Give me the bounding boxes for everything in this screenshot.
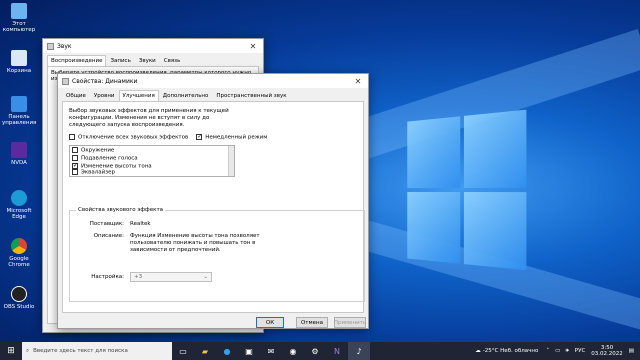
tab-communications[interactable]: Связь <box>160 55 185 66</box>
apply-button[interactable]: Применить <box>334 317 366 328</box>
effect-properties-group: Свойства звукового эффекта Поставщик: Re… <box>69 207 365 302</box>
effect-item-equalizer[interactable]: Эквалайзер <box>72 168 115 177</box>
description-label: Описание: <box>93 233 124 239</box>
nvda-taskbar-icon[interactable]: N <box>326 342 348 360</box>
obs-taskbar-icon[interactable]: ◉ <box>282 342 304 360</box>
store-icon[interactable]: ▣ <box>238 342 260 360</box>
tab-sounds[interactable]: Звуки <box>135 55 160 66</box>
properties-titlebar: Свойства: Динамики ✕ <box>58 74 368 88</box>
sound-tabs: Воспроизведение Запись Звуки Связь <box>43 53 263 66</box>
immediate-mode-checkbox[interactable]: Немедленный режим <box>196 133 267 141</box>
desktop-icon-this-pc[interactable]: Этот компьютер <box>2 3 36 33</box>
weather-icon: ☁ <box>475 348 481 354</box>
mail-icon[interactable]: ✉ <box>260 342 282 360</box>
recycle-bin-icon <box>11 50 27 66</box>
chrome-icon <box>11 238 27 254</box>
tab-spatial-sound[interactable]: Пространственный звук <box>212 90 290 101</box>
provider-row: Поставщик: Realtek <box>76 221 358 227</box>
provider-value: Realtek <box>130 221 151 227</box>
desktop-icon-control-panel[interactable]: Панель управления <box>2 96 36 126</box>
weather-text[interactable]: -25°C Неб. облачно <box>483 348 539 354</box>
desktop-icon-nvda[interactable]: NVDA <box>2 142 36 166</box>
windows-logo <box>407 109 528 272</box>
speaker-icon <box>47 42 54 50</box>
provider-label: Поставщик: <box>89 221 124 227</box>
tab-playback[interactable]: Воспроизведение <box>47 55 107 66</box>
desktop-icon-obs[interactable]: OBS Studio <box>2 286 36 310</box>
tab-advanced[interactable]: Дополнительно <box>159 90 213 101</box>
ok-button[interactable]: ОК <box>256 317 284 328</box>
search-box[interactable]: ⌕ Введите здесь текст для поиска <box>22 342 172 360</box>
search-icon: ⌕ <box>26 347 30 354</box>
edge-taskbar-icon[interactable]: ● <box>216 342 238 360</box>
speaker-icon <box>62 77 69 85</box>
desktop-icon-recycle-bin[interactable]: Корзина <box>2 50 36 74</box>
chevron-down-icon: ⌄ <box>203 274 208 280</box>
settings-icon[interactable]: ⚙ <box>304 342 326 360</box>
close-icon[interactable]: ✕ <box>243 42 263 51</box>
volume-icon[interactable]: 🕪 <box>565 348 568 355</box>
tab-general[interactable]: Общие <box>62 90 90 101</box>
effect-item-voice-cancellation[interactable]: Подавление голоса <box>72 154 232 163</box>
setting-label: Настройка: <box>91 274 124 280</box>
obs-icon <box>11 286 27 302</box>
task-view-icon[interactable]: ▭ <box>172 342 194 360</box>
taskbar: ⊞ ⌕ Введите здесь текст для поиска ▭ ▰ ●… <box>0 342 640 360</box>
control-panel-icon <box>11 96 27 112</box>
list-scrollbar[interactable] <box>228 145 234 176</box>
network-icon[interactable]: ▭ <box>555 348 560 354</box>
edge-icon <box>11 190 27 206</box>
desktop-icon-edge[interactable]: Microsoft Edge <box>2 190 36 220</box>
properties-tabs: Общие Уровни Улучшения Дополнительно Про… <box>58 88 368 101</box>
group-title: Свойства звукового эффекта <box>76 207 166 213</box>
notifications-icon[interactable]: ▤ <box>629 348 634 354</box>
setting-dropdown[interactable]: +3 ⌄ <box>130 272 212 282</box>
sound-taskbar-icon[interactable]: ♪ <box>348 342 370 360</box>
clock[interactable]: 3:50 03.02.2022 <box>591 345 623 357</box>
tab-levels[interactable]: Уровни <box>90 90 119 101</box>
tray-arrow-icon[interactable]: ˄ <box>546 348 549 354</box>
enhancements-panel: Выбор звуковых эффектов для применения к… <box>62 101 365 313</box>
cancel-button[interactable]: Отмена <box>296 317 328 328</box>
start-button[interactable]: ⊞ <box>0 346 22 356</box>
tab-enhancements[interactable]: Улучшения <box>118 90 159 101</box>
tab-recording[interactable]: Запись <box>106 55 134 66</box>
nvda-icon <box>11 142 27 158</box>
desktop-icon-chrome[interactable]: Google Chrome <box>2 238 36 268</box>
speaker-properties-window: Свойства: Динамики ✕ Общие Уровни Улучше… <box>57 73 369 329</box>
enhancements-description: Выбор звуковых эффектов для применения к… <box>69 108 229 128</box>
system-tray: ☁ -25°C Неб. облачно ˄ ▭ 🕪 РУС 3:50 03.0… <box>475 345 640 357</box>
disable-all-effects-checkbox[interactable]: Отключение всех звуковых эффектов <box>69 134 188 141</box>
effect-item-surround[interactable]: Окружение <box>72 146 232 155</box>
setting-row: Настройка: +3 ⌄ <box>76 272 358 282</box>
language-indicator[interactable]: РУС <box>575 348 586 354</box>
description-value: Функция Изменение высоты тона позволяет … <box>130 233 260 253</box>
effects-list: Окружение Подавление голоса Изменение вы… <box>69 144 235 177</box>
sound-titlebar: Звук ✕ <box>43 39 263 53</box>
options-row: Отключение всех звуковых эффектов Немедл… <box>69 133 357 141</box>
file-explorer-icon[interactable]: ▰ <box>194 342 216 360</box>
close-icon[interactable]: ✕ <box>348 77 368 86</box>
computer-icon <box>11 3 27 19</box>
description-row: Описание: Функция Изменение высоты тона … <box>76 233 358 254</box>
